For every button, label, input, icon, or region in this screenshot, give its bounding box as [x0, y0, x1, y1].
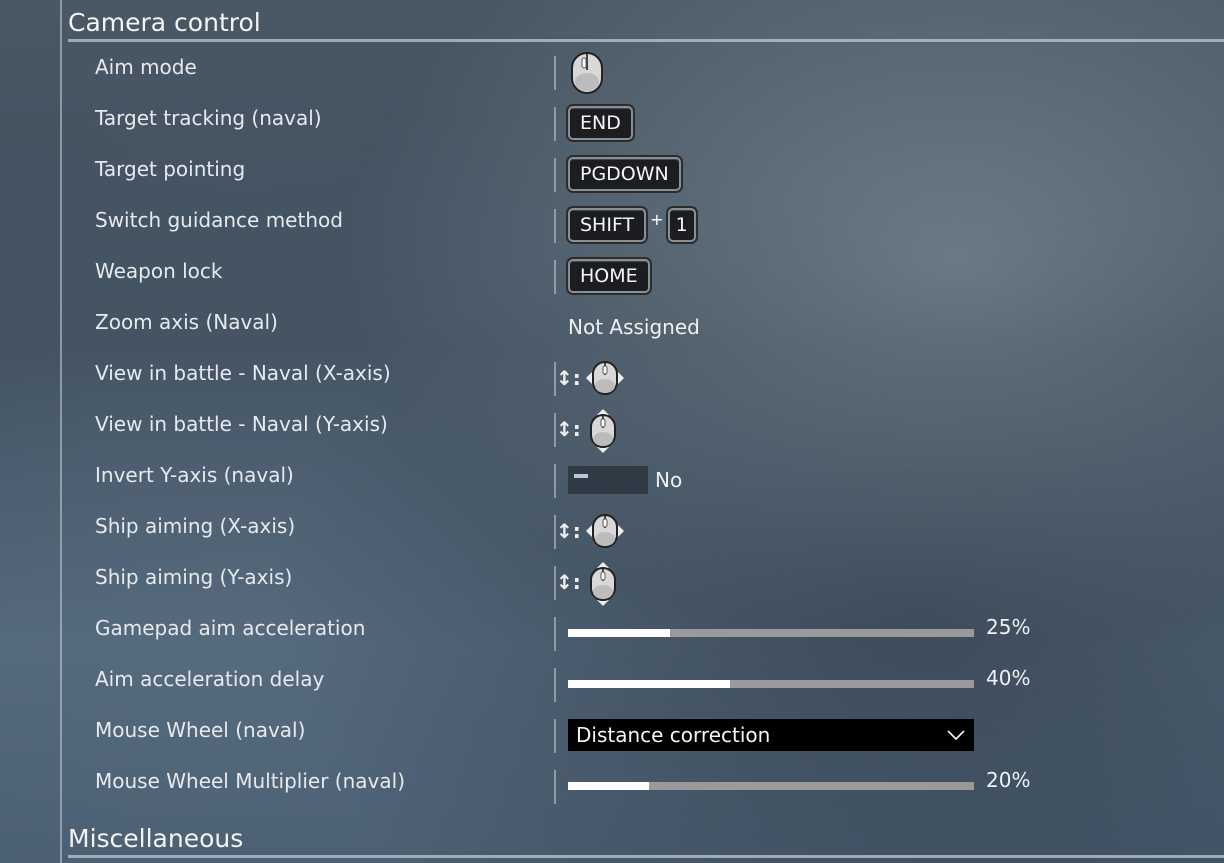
axis-prefix: ↕:: [556, 519, 581, 543]
setting-label: Switch guidance method: [95, 208, 343, 232]
mouse-wheel-dropdown[interactable]: Distance correction: [568, 719, 974, 751]
key-cap: 1: [667, 208, 696, 242]
binding-control[interactable]: END: [568, 103, 633, 143]
setting-label: Aim acceleration delay: [95, 667, 325, 691]
setting-row-mouse-wheel[interactable]: Mouse Wheel (naval) Distance correction: [0, 709, 1224, 760]
binding-control[interactable]: SHIFT + 1: [568, 205, 696, 245]
slider-fill: [568, 782, 650, 790]
section-header-camera-control: Camera control: [68, 8, 1224, 42]
mouse-vertical-icon: [585, 562, 621, 606]
setting-row-target-tracking[interactable]: Target tracking (naval) END: [0, 97, 1224, 148]
slider-control[interactable]: [568, 613, 974, 653]
setting-label: Zoom axis (Naval): [95, 310, 278, 334]
binding-control[interactable]: ↕:: [556, 358, 624, 398]
column-divider: [554, 56, 556, 90]
key-cap: HOME: [568, 259, 650, 293]
slider-value: 20%: [986, 768, 1031, 792]
slider-control[interactable]: [568, 664, 974, 704]
slider-fill: [568, 680, 731, 688]
binding-control[interactable]: ↕:: [556, 511, 624, 551]
binding-value: Not Assigned: [568, 315, 700, 339]
setting-label: View in battle - Naval (Y-axis): [95, 412, 388, 436]
setting-row-ship-aiming-x[interactable]: Ship aiming (X-axis) ↕:: [0, 505, 1224, 556]
setting-row-zoom-axis[interactable]: Zoom axis (Naval) Not Assigned: [0, 301, 1224, 352]
section-title: Camera control: [68, 8, 261, 37]
setting-label: Mouse Wheel Multiplier (naval): [95, 769, 405, 793]
slider-track[interactable]: [568, 629, 974, 637]
section-title: Miscellaneous: [68, 824, 244, 853]
mouse-horizontal-icon: [585, 511, 624, 551]
plus-separator: +: [650, 209, 664, 229]
setting-label: Target tracking (naval): [95, 106, 322, 130]
column-divider: [554, 158, 556, 192]
dropdown-control[interactable]: Distance correction: [568, 715, 974, 755]
binding-control[interactable]: ↕:: [556, 562, 621, 606]
dropdown-selected-value: Distance correction: [576, 723, 771, 747]
setting-label: Gamepad aim acceleration: [95, 616, 366, 640]
axis-prefix: ↕:: [556, 417, 581, 441]
slider-track[interactable]: [568, 782, 974, 790]
setting-row-switch-guidance[interactable]: Switch guidance method SHIFT + 1: [0, 199, 1224, 250]
toggle-knob: [574, 474, 588, 478]
key-cap: SHIFT: [568, 208, 647, 242]
setting-row-view-y-axis[interactable]: View in battle - Naval (Y-axis) ↕:: [0, 403, 1224, 454]
slider-track[interactable]: [568, 680, 974, 688]
column-divider: [554, 719, 556, 753]
mouse-icon: [568, 52, 604, 94]
setting-row-target-pointing[interactable]: Target pointing PGDOWN: [0, 148, 1224, 199]
binding-control[interactable]: HOME: [568, 256, 650, 296]
key-cap: PGDOWN: [568, 157, 681, 191]
column-divider: [554, 617, 556, 651]
column-divider: [554, 668, 556, 702]
toggle-switch[interactable]: [568, 466, 648, 494]
binding-control[interactable]: [568, 52, 604, 94]
setting-row-weapon-lock[interactable]: Weapon lock HOME: [0, 250, 1224, 301]
setting-row-aim-mode[interactable]: Aim mode: [0, 46, 1224, 97]
binding-control[interactable]: ↕:: [556, 409, 621, 453]
setting-label: Aim mode: [95, 55, 197, 79]
setting-label: Ship aiming (X-axis): [95, 514, 296, 538]
toggle-control[interactable]: No: [568, 460, 682, 500]
slider-fill: [568, 629, 670, 637]
toggle-value: No: [655, 468, 683, 492]
setting-label: View in battle - Naval (X-axis): [95, 361, 391, 385]
setting-label: Invert Y-axis (naval): [95, 463, 294, 487]
setting-row-gamepad-aim-acceleration[interactable]: Gamepad aim acceleration 25%: [0, 607, 1224, 658]
setting-label: Mouse Wheel (naval): [95, 718, 306, 742]
axis-prefix: ↕:: [556, 570, 581, 594]
column-divider: [554, 464, 556, 498]
chevron-down-icon: [946, 726, 966, 745]
setting-label: Weapon lock: [95, 259, 223, 283]
column-divider: [554, 209, 556, 243]
setting-row-view-x-axis[interactable]: View in battle - Naval (X-axis) ↕:: [0, 352, 1224, 403]
setting-label: Target pointing: [95, 157, 246, 181]
section-divider: [68, 855, 1224, 858]
axis-prefix: ↕:: [556, 366, 581, 390]
setting-label: Ship aiming (Y-axis): [95, 565, 293, 589]
mouse-vertical-icon: [585, 409, 621, 453]
setting-row-aim-acceleration-delay[interactable]: Aim acceleration delay 40%: [0, 658, 1224, 709]
binding-control[interactable]: Not Assigned: [568, 307, 700, 347]
key-cap: END: [568, 106, 633, 140]
setting-row-invert-y-axis[interactable]: Invert Y-axis (naval) No: [0, 454, 1224, 505]
column-divider: [554, 260, 556, 294]
setting-row-mouse-wheel-multiplier[interactable]: Mouse Wheel Multiplier (naval) 20%: [0, 760, 1224, 811]
mouse-horizontal-icon: [585, 358, 624, 398]
column-divider: [554, 770, 556, 804]
section-divider: [68, 39, 1224, 42]
column-divider: [554, 107, 556, 141]
slider-control[interactable]: [568, 766, 974, 806]
setting-row-ship-aiming-y[interactable]: Ship aiming (Y-axis) ↕:: [0, 556, 1224, 607]
binding-control[interactable]: PGDOWN: [568, 154, 681, 194]
slider-value: 40%: [986, 666, 1031, 690]
slider-value: 25%: [986, 615, 1031, 639]
section-header-miscellaneous: Miscellaneous: [68, 824, 1224, 858]
